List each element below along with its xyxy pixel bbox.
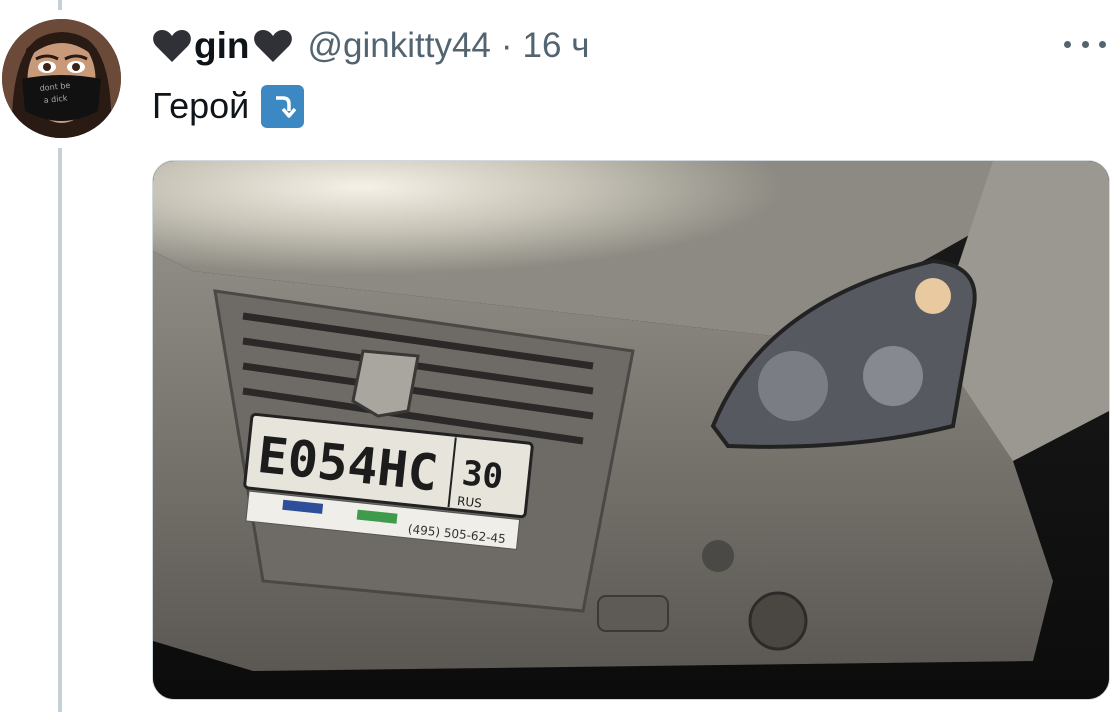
black-heart-icon <box>253 28 293 64</box>
user-handle[interactable]: @ginkitty44 <box>307 26 490 66</box>
display-name-text: gin <box>194 25 250 66</box>
plate-region: 30 <box>460 453 505 497</box>
more-horizontal-icon <box>1064 40 1071 48</box>
tweet-media-photo[interactable]: Е054НС 30 RUS (495) 505-62-45 <box>152 160 1110 700</box>
tweet-text-content: Герой <box>152 85 250 126</box>
separator-dot: · <box>500 26 513 65</box>
plate-country: RUS <box>456 494 482 511</box>
thread-line <box>58 148 62 712</box>
more-options-button[interactable] <box>1064 24 1106 64</box>
black-heart-icon <box>152 28 192 64</box>
thread-line-top <box>58 0 62 10</box>
tweet-text: Герой <box>152 83 305 129</box>
display-name[interactable]: gin <box>152 25 293 67</box>
tweet-header: gin @ginkitty44 · 16 ч <box>152 22 589 70</box>
avatar[interactable]: dont be a dick <box>2 19 121 138</box>
timestamp[interactable]: 16 ч <box>523 26 590 66</box>
arrow-curving-down-icon <box>261 84 305 128</box>
